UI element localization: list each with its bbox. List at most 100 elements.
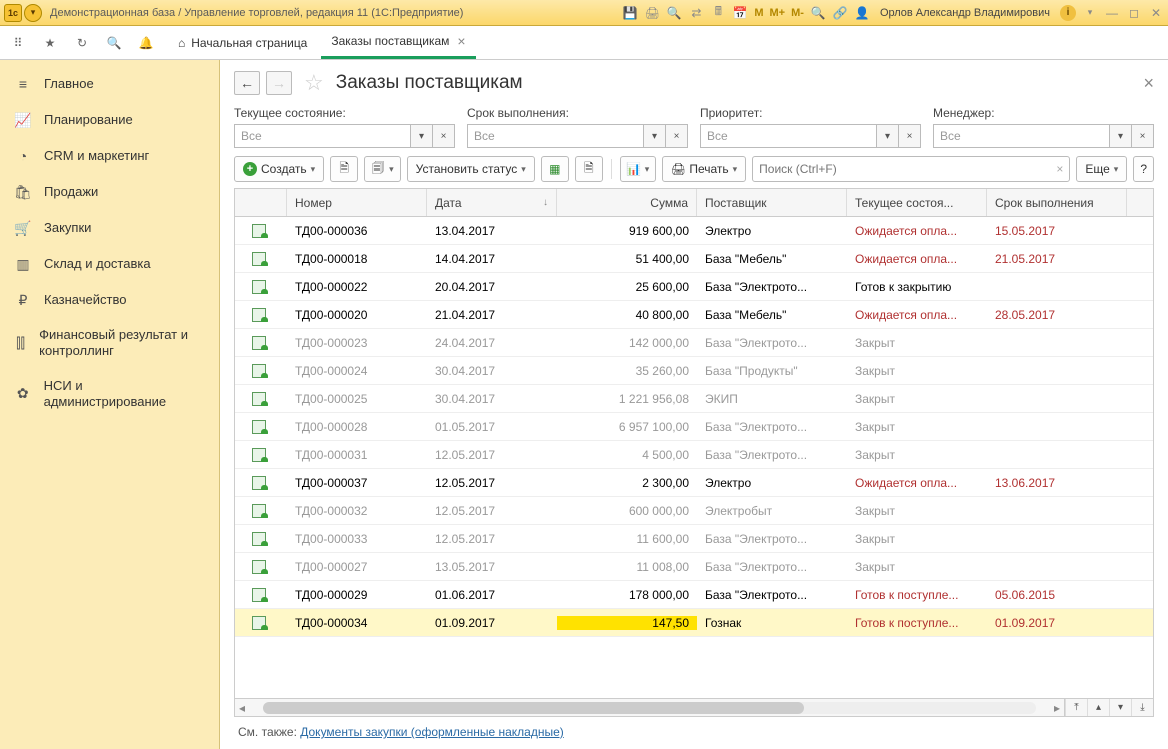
col-number[interactable]: Номер: [287, 189, 427, 216]
filter-manager-input[interactable]: [933, 124, 1110, 148]
nav-icon: ₽: [14, 291, 32, 309]
search-box[interactable]: ×: [752, 156, 1070, 182]
table-row[interactable]: ТД00-00002713.05.201711 008,00База "Элек…: [235, 553, 1153, 581]
sidebar-item-2[interactable]: ◔CRM и маркетинг: [0, 138, 219, 174]
report-button[interactable]: 📊▾: [620, 156, 657, 182]
create-button[interactable]: + Создать ▾: [234, 156, 324, 182]
filter-due-clear[interactable]: ×: [666, 124, 688, 148]
filter-priority-dropdown[interactable]: ▾: [877, 124, 899, 148]
tab-home[interactable]: ⌂ Начальная страница: [164, 26, 321, 59]
goto-down-icon[interactable]: ▾: [1109, 699, 1131, 717]
search-icon[interactable]: 🔍: [104, 33, 124, 53]
table-row[interactable]: ТД00-00002901.06.2017178 000,00База "Эле…: [235, 581, 1153, 609]
nav-forward-button[interactable]: →: [266, 71, 292, 95]
scroll-right-icon[interactable]: ▸: [1050, 701, 1064, 715]
based-on-button[interactable]: 🗐▾: [364, 156, 401, 182]
table-row[interactable]: ТД00-00003212.05.2017600 000,00Электробы…: [235, 497, 1153, 525]
sidebar-item-8[interactable]: ✿НСИ и администрирование: [0, 369, 219, 420]
scroll-track[interactable]: [263, 702, 1036, 714]
info-dropdown-icon[interactable]: ▾: [1082, 5, 1098, 21]
horizontal-scrollbar[interactable]: ◂ ▸ ⤒ ▴ ▾ ⤓: [235, 698, 1153, 716]
filter-due-dropdown[interactable]: ▾: [644, 124, 666, 148]
see-also-link[interactable]: Документы закупки (оформленные накладные…: [300, 725, 564, 739]
tab-orders[interactable]: Заказы поставщикам ×: [321, 26, 475, 59]
close-window-icon[interactable]: ✕: [1148, 5, 1164, 21]
col-icon[interactable]: [235, 189, 287, 216]
filter-priority-input[interactable]: [700, 124, 877, 148]
col-sum[interactable]: Сумма: [557, 189, 697, 216]
sidebar-item-4[interactable]: 🛒Закупки: [0, 210, 219, 246]
excel-button[interactable]: ▦: [541, 156, 569, 182]
maximize-icon[interactable]: ◻: [1126, 5, 1142, 21]
close-page-icon[interactable]: ×: [1143, 73, 1154, 94]
minimize-icon[interactable]: —: [1104, 5, 1120, 21]
sidebar-item-3[interactable]: 🛍Продажи: [0, 174, 219, 210]
table-row[interactable]: ТД00-00002801.05.20176 957 100,00База "Э…: [235, 413, 1153, 441]
col-date[interactable]: Дата↓: [427, 189, 557, 216]
notifications-icon[interactable]: 🔔: [136, 33, 156, 53]
set-status-button[interactable]: Установить статус ▾: [407, 156, 535, 182]
table-row[interactable]: ТД00-00003112.05.20174 500,00База "Элект…: [235, 441, 1153, 469]
table-row[interactable]: ТД00-00003312.05.201711 600,00База "Элек…: [235, 525, 1153, 553]
preview-icon[interactable]: 🔍: [666, 5, 682, 21]
filter-priority-clear[interactable]: ×: [899, 124, 921, 148]
more-button[interactable]: Еще ▾: [1076, 156, 1127, 182]
app-logo-icon[interactable]: 1c: [4, 4, 22, 22]
copy-button[interactable]: 🗎: [330, 156, 358, 182]
table-row[interactable]: ТД00-00002220.04.201725 600,00База "Элек…: [235, 273, 1153, 301]
filter-state-clear[interactable]: ×: [433, 124, 455, 148]
search-clear-icon[interactable]: ×: [1056, 162, 1063, 176]
table-row[interactable]: ТД00-00003613.04.2017919 600,00ЭлектроОж…: [235, 217, 1153, 245]
see-also: См. также: Документы закупки (оформленны…: [234, 717, 1154, 741]
sidebar-item-6[interactable]: ₽Казначейство: [0, 282, 219, 318]
filter-manager-clear[interactable]: ×: [1132, 124, 1154, 148]
help-button[interactable]: ?: [1133, 156, 1154, 182]
edi-button[interactable]: 🗎: [575, 156, 603, 182]
goto-top-icon[interactable]: ⤒: [1065, 699, 1087, 717]
scroll-thumb[interactable]: [263, 702, 804, 714]
col-supplier[interactable]: Поставщик: [697, 189, 847, 216]
memory-m[interactable]: M: [754, 7, 763, 19]
col-state[interactable]: Текущее состоя...: [847, 189, 987, 216]
filter-state-input[interactable]: [234, 124, 411, 148]
table-body[interactable]: ТД00-00003613.04.2017919 600,00ЭлектроОж…: [235, 217, 1153, 698]
scroll-left-icon[interactable]: ◂: [235, 701, 249, 715]
memory-mplus[interactable]: M+: [770, 7, 786, 19]
goto-up-icon[interactable]: ▴: [1087, 699, 1109, 717]
table-row[interactable]: ТД00-00003712.05.20172 300,00ЭлектроОжид…: [235, 469, 1153, 497]
zoom-icon[interactable]: 🔍: [810, 5, 826, 21]
filter-manager-dropdown[interactable]: ▾: [1110, 124, 1132, 148]
print-button[interactable]: 🖨 Печать ▾: [662, 156, 746, 182]
apps-icon[interactable]: ⠿: [8, 33, 28, 53]
favorite-icon[interactable]: ★: [40, 33, 60, 53]
goto-bottom-icon[interactable]: ⤓: [1131, 699, 1153, 717]
sidebar-item-7[interactable]: ⫿⫿Финансовый результат и контроллинг: [0, 318, 219, 369]
table-row[interactable]: ТД00-00002430.04.201735 260,00База "Прод…: [235, 357, 1153, 385]
nav-back-button[interactable]: ←: [234, 71, 260, 95]
info-icon[interactable]: i: [1060, 5, 1076, 21]
sidebar-item-0[interactable]: ≡Главное: [0, 66, 219, 102]
filter-due-input[interactable]: [467, 124, 644, 148]
history-icon[interactable]: ↻: [72, 33, 92, 53]
sidebar-item-1[interactable]: 📈Планирование: [0, 102, 219, 138]
link-icon[interactable]: 🔗: [832, 5, 848, 21]
sidebar-item-5[interactable]: ▥Склад и доставка: [0, 246, 219, 282]
col-due[interactable]: Срок выполнения: [987, 189, 1127, 216]
print-icon[interactable]: 🖨: [644, 5, 660, 21]
compare-icon[interactable]: ⇄: [688, 5, 704, 21]
table-row[interactable]: ТД00-00003401.09.2017147,50ГознакГотов к…: [235, 609, 1153, 637]
app-menu-dropdown[interactable]: ▾: [24, 4, 42, 22]
table-row[interactable]: ТД00-00002530.04.20171 221 956,08ЭКИПЗак…: [235, 385, 1153, 413]
user-name[interactable]: Орлов Александр Владимирович: [880, 7, 1050, 19]
favorite-page-icon[interactable]: ☆: [304, 70, 324, 96]
search-input[interactable]: [759, 162, 1056, 176]
table-row[interactable]: ТД00-00002021.04.201740 800,00База "Мебе…: [235, 301, 1153, 329]
calendar-icon[interactable]: 📅: [732, 5, 748, 21]
table-row[interactable]: ТД00-00002324.04.2017142 000,00База "Эле…: [235, 329, 1153, 357]
tab-close-icon[interactable]: ×: [457, 33, 465, 49]
table-row[interactable]: ТД00-00001814.04.201751 400,00База "Мебе…: [235, 245, 1153, 273]
filter-state-dropdown[interactable]: ▾: [411, 124, 433, 148]
save-icon[interactable]: 💾: [622, 5, 638, 21]
calculator-icon[interactable]: 🖩: [710, 5, 726, 21]
memory-mminus[interactable]: M-: [791, 7, 804, 19]
